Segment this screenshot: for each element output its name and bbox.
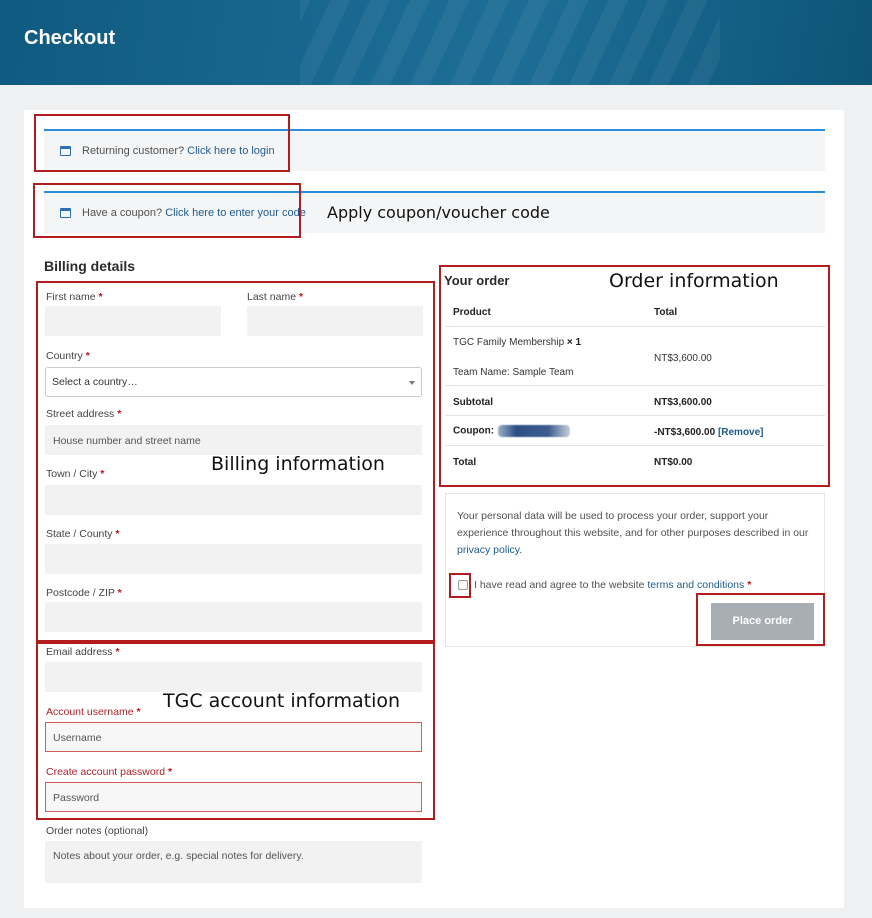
annotation-coupon: Apply coupon/voucher code xyxy=(327,203,550,222)
order-notes-textarea[interactable]: Notes about your order, e.g. special not… xyxy=(45,841,422,883)
annotation-billing: Billing information xyxy=(211,453,385,475)
terms-text: I have read and agree to the website ter… xyxy=(474,579,752,591)
annotation-box-terms xyxy=(449,573,471,598)
billing-details-title: Billing details xyxy=(44,258,136,274)
terms-link[interactable]: terms and conditions xyxy=(647,579,744,591)
annotation-order: Order information xyxy=(609,270,779,292)
privacy-policy-link[interactable]: privacy policy xyxy=(457,544,519,556)
privacy-text: Your personal data will be used to proce… xyxy=(457,510,809,556)
order-notes-label: Order notes (optional) xyxy=(46,825,149,837)
page-title: Checkout xyxy=(24,27,116,49)
annotation-box-login xyxy=(34,114,290,172)
annotation-account: TGC account information xyxy=(163,690,401,712)
annotation-box-place-order xyxy=(696,593,825,646)
annotation-box-order xyxy=(439,265,830,487)
page-header: Checkout xyxy=(0,0,872,85)
annotation-box-coupon xyxy=(33,183,301,238)
annotation-box-account xyxy=(36,642,435,820)
